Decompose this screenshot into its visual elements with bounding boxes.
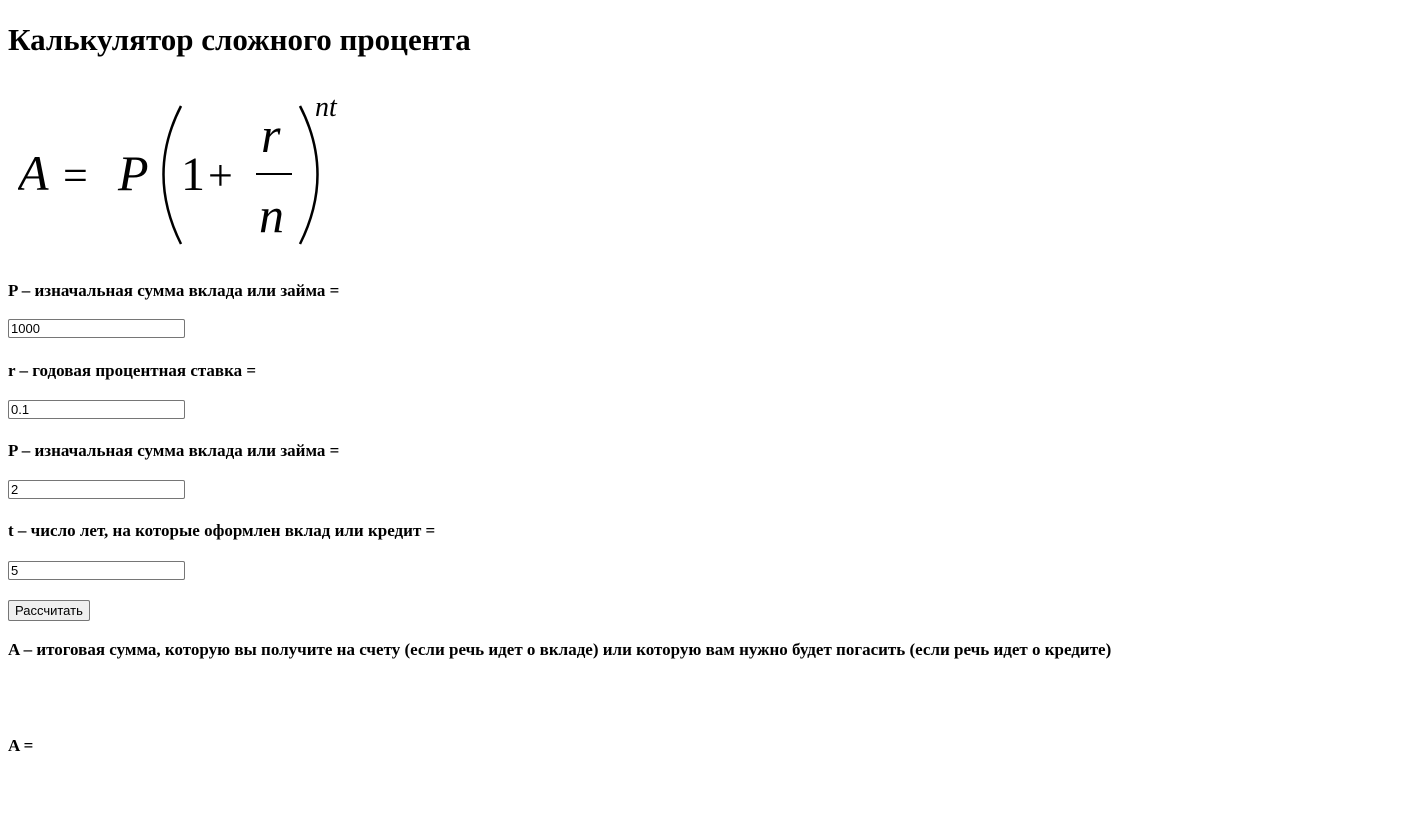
formula-n: n: [259, 187, 284, 243]
years-label: t – число лет, на которые оформлен вклад…: [8, 521, 436, 540]
compounding-label: P – изначальная сумма вклада или займа =: [8, 441, 340, 460]
result-description: A – итоговая сумма, которую вы получите …: [8, 640, 1112, 659]
rate-input[interactable]: [8, 400, 185, 419]
rate-label: r – годовая процентная ставка =: [8, 361, 257, 380]
formula-right-paren: [298, 105, 319, 245]
result-label: A =: [8, 736, 34, 755]
years-input[interactable]: [8, 561, 185, 580]
calculate-button[interactable]: Рассчитать: [8, 600, 90, 621]
formula-p: P: [117, 145, 149, 201]
formula-a: A: [18, 145, 49, 201]
result-line: A =: [8, 736, 33, 756]
principal-label: P – изначальная сумма вклада или займа =: [8, 281, 340, 300]
page-title: Калькулятор сложного процента: [8, 22, 471, 57]
formula-plus: +: [208, 151, 233, 200]
formula-left-paren: [162, 105, 183, 245]
formula-equals: =: [63, 151, 88, 200]
formula-r: r: [261, 107, 281, 163]
compounding-input[interactable]: [8, 480, 185, 499]
principal-input[interactable]: [8, 319, 185, 338]
formula-exponent: nt: [315, 94, 338, 123]
compound-interest-formula: A = P 1 + r n nt: [18, 94, 338, 245]
formula-one: 1: [181, 148, 205, 201]
